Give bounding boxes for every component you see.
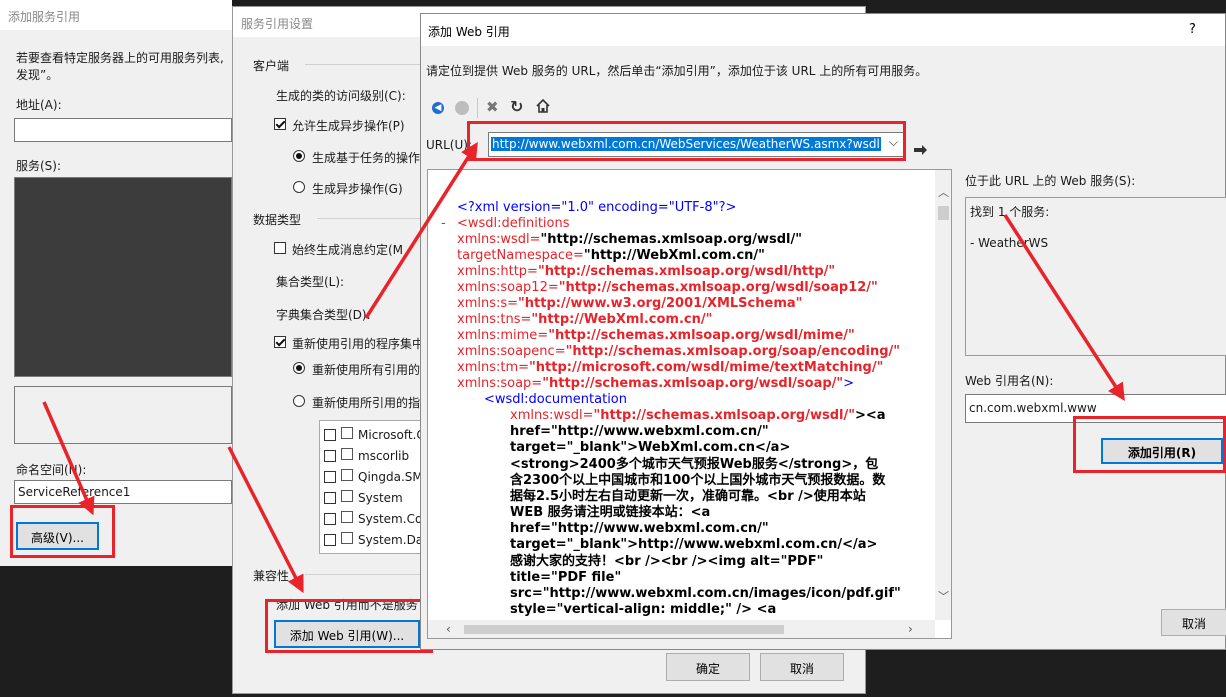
- arrow-to-url: [364, 142, 478, 319]
- arrow-to-advanced: [42, 401, 95, 516]
- annotation-arrows: [42, 142, 1125, 594]
- arrow-to-add-web-ref: [227, 446, 304, 594]
- arrow-to-add-ref: [1003, 214, 1125, 401]
